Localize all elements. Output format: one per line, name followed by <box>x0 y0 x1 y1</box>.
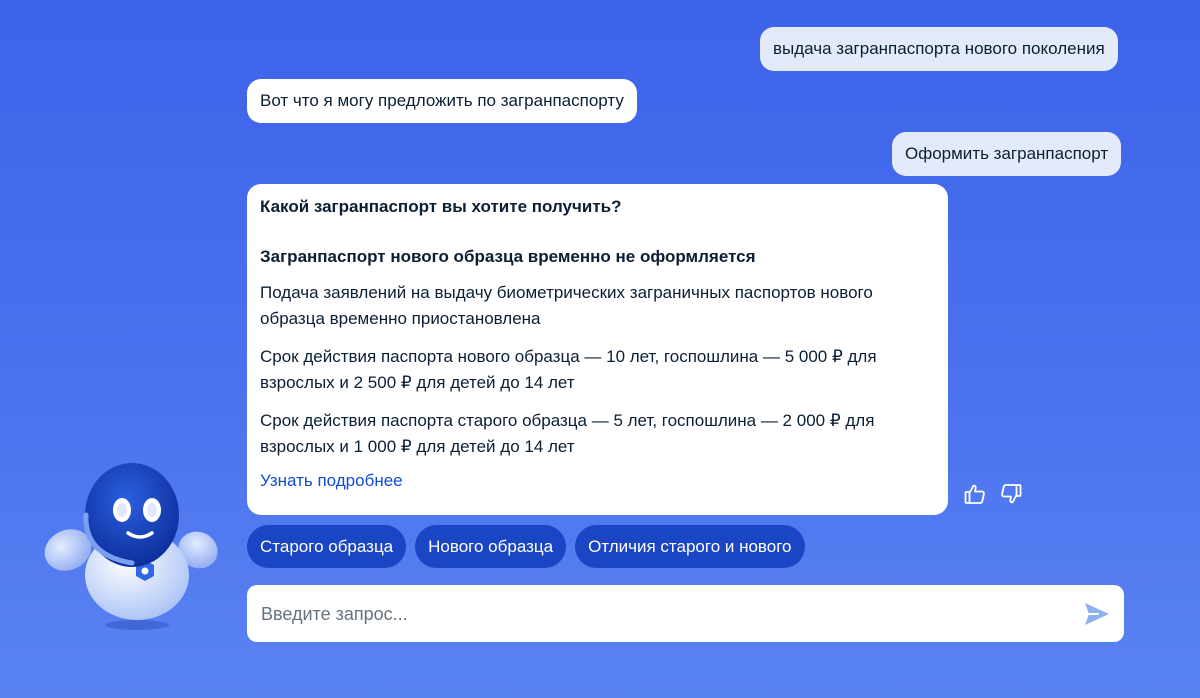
chip-old-passport[interactable]: Старого образца <box>247 525 407 568</box>
learn-more-link[interactable]: Узнать подробнее <box>260 470 935 492</box>
robot-mascot-icon <box>44 463 218 630</box>
chip-differences[interactable]: Отличия старого и нового <box>575 525 805 568</box>
reaction-buttons <box>962 481 1024 507</box>
bot-answer-card: Какой загранпаспорт вы хотите получить? … <box>247 184 948 515</box>
card-notice-title: Загранпаспорт нового образца временно не… <box>260 247 756 266</box>
card-paragraph: Срок действия паспорта старого образца —… <box>260 411 875 456</box>
card-paragraph: Срок действия паспорта нового образца — … <box>260 347 877 392</box>
quick-reply-chips: Старого образца Нового образца Отличия с… <box>247 525 805 568</box>
bot-message: Вот что я могу предложить по загранпаспо… <box>247 79 637 123</box>
user-message: выдача загранпаспорта нового поколения <box>760 27 1118 71</box>
user-message: Оформить загранпаспорт <box>892 132 1122 176</box>
query-input-bar <box>247 585 1124 644</box>
chip-new-passport[interactable]: Нового образца <box>415 525 567 568</box>
send-button[interactable] <box>1082 599 1112 629</box>
dislike-button[interactable] <box>998 481 1024 507</box>
thumbs-down-icon <box>1001 484 1022 504</box>
send-icon <box>1085 603 1109 625</box>
card-question: Какой загранпаспорт вы хотите получить? <box>260 197 622 216</box>
query-input[interactable] <box>259 585 1063 644</box>
like-button[interactable] <box>962 481 988 507</box>
thumbs-up-icon <box>964 484 985 504</box>
card-paragraph: Подача заявлений на выдачу биометрически… <box>260 283 873 328</box>
